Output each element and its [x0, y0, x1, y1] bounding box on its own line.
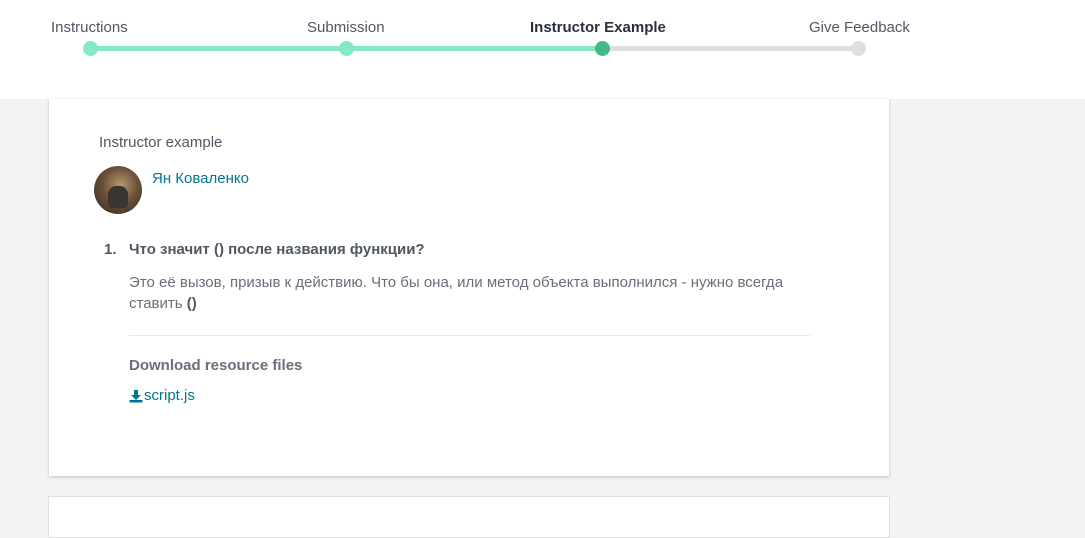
question-number: 1. — [104, 241, 117, 258]
divider — [129, 335, 810, 336]
step-dot-instructions[interactable] — [83, 41, 98, 56]
step-instructor-example[interactable]: Instructor Example — [530, 19, 666, 36]
step-dot-submission[interactable] — [339, 41, 354, 56]
avatar[interactable] — [94, 166, 142, 214]
step-dot-give-feedback[interactable] — [851, 41, 866, 56]
question-text: Что значит () после названия функции? — [129, 241, 425, 258]
step-dot-instructor-example[interactable] — [595, 41, 610, 56]
resources-title: Download resource files — [129, 357, 303, 374]
next-card — [48, 496, 890, 538]
answer-body: Это её вызов, призыв к действию. Что бы … — [129, 274, 784, 312]
answer-bold: () — [186, 295, 197, 312]
progress-stepper: Instructions Submission Instructor Examp… — [0, 0, 1085, 99]
step-give-feedback[interactable]: Give Feedback — [809, 19, 910, 36]
step-instructions[interactable]: Instructions — [51, 19, 128, 36]
download-file-link[interactable]: script.js — [129, 387, 195, 404]
file-name: script.js — [144, 387, 195, 404]
answer-text: Это её вызов, призыв к действию. Что бы … — [129, 272, 789, 314]
author-link[interactable]: Ян Коваленко — [152, 170, 249, 187]
download-icon — [129, 389, 143, 402]
instructor-example-card: Instructor example Ян Коваленко 1. Что з… — [49, 99, 889, 476]
card-title: Instructor example — [99, 134, 223, 151]
step-submission[interactable]: Submission — [307, 19, 385, 36]
